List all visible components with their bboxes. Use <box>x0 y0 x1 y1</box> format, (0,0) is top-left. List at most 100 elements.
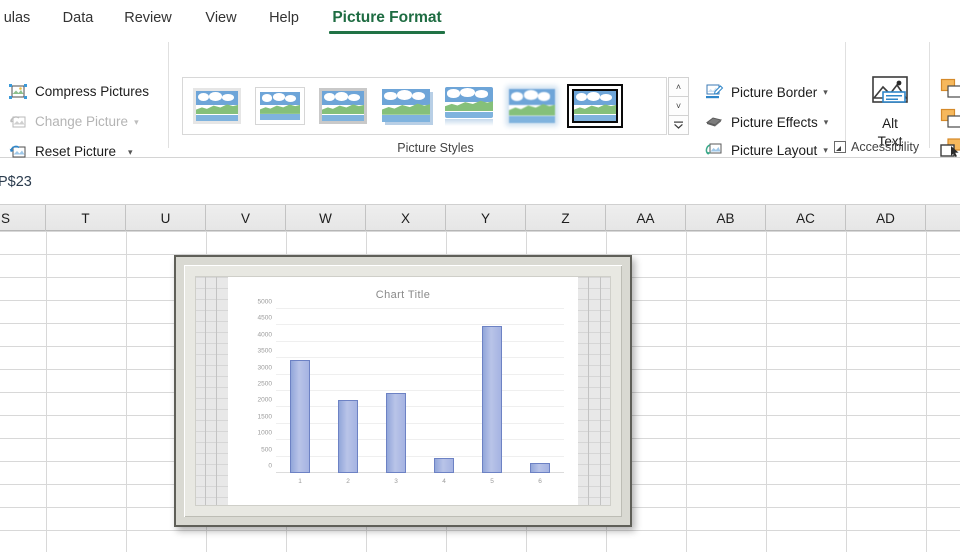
grid-col-line <box>46 231 47 552</box>
column-header-T[interactable]: T <box>46 205 126 231</box>
column-label: AD <box>876 210 895 226</box>
column-label: AC <box>796 210 815 226</box>
tab-picture-format[interactable]: Picture Format <box>325 0 449 36</box>
formula-bar[interactable]: P$23 <box>0 159 960 205</box>
alt-text-button[interactable]: Alt Text <box>859 74 921 149</box>
chevron-down-icon: ▾ <box>823 116 829 127</box>
picture-effects-button[interactable]: Picture Effects ▾ <box>704 109 828 135</box>
chart-gridline <box>276 324 564 326</box>
column-label: AA <box>636 210 655 226</box>
column-header-X[interactable]: X <box>366 205 446 231</box>
compress-pictures-button[interactable]: Compress Pictures <box>8 79 149 105</box>
column-header-AB[interactable]: AB <box>686 205 766 231</box>
picture-border-label: Picture Border <box>731 84 818 100</box>
chevron-down-icon: ▾ <box>134 116 139 127</box>
column-label: X <box>400 210 410 226</box>
chart-bar <box>338 399 358 473</box>
tab-data[interactable]: Data <box>52 0 104 36</box>
chart-gridline <box>276 439 564 441</box>
active-tab-underline <box>329 31 445 34</box>
picture-styles-group: ˄ ˅ Picture Styles <box>179 36 692 158</box>
ribbon-tab-bar: ulas Data Review View Help Picture Forma… <box>0 0 960 36</box>
picture-options-group: Picture Border ▾ Picture Effects ▾ Pictu… <box>700 36 845 158</box>
picture-style-beveled-matte-white[interactable] <box>254 86 306 126</box>
column-label: AB <box>716 210 735 226</box>
grid-col-line <box>766 231 767 552</box>
excel-window: ulas Data Review View Help Picture Forma… <box>0 0 960 552</box>
group-divider-styles <box>845 42 846 148</box>
chart-gridline <box>276 373 564 375</box>
picture-border-button[interactable]: Picture Border ▾ <box>704 79 828 105</box>
chevron-down-icon: ▾ <box>128 146 133 157</box>
change-picture-icon <box>8 113 28 131</box>
gallery-scroll-up-button[interactable]: ˄ <box>668 77 689 97</box>
send-backward-icon[interactable] <box>940 108 960 130</box>
change-picture-button[interactable]: Change Picture ▾ <box>8 109 139 135</box>
group-divider-adjust <box>168 42 169 148</box>
picture-effects-icon <box>704 113 724 131</box>
chart-gridline <box>276 357 564 359</box>
accessibility-label: Accessibility <box>851 140 920 154</box>
column-header-S[interactable]: S <box>0 205 46 231</box>
tab-view[interactable]: View <box>195 0 247 36</box>
column-header-AA[interactable]: AA <box>606 205 686 231</box>
column-label: T <box>81 210 90 226</box>
chart-gridline <box>276 422 564 424</box>
gallery-more-button[interactable] <box>668 115 689 135</box>
picture-style-reflected-rounded-rectangle[interactable] <box>443 86 495 126</box>
column-header-Y[interactable]: Y <box>446 205 526 231</box>
gallery-scroll-down-button[interactable]: ˅ <box>668 96 689 116</box>
chart-y-tick-label: 1500 <box>257 413 272 421</box>
chart-x-tick-label: 3 <box>394 478 398 485</box>
column-header-U[interactable]: U <box>126 205 206 231</box>
chart-gridline <box>276 390 564 391</box>
chart-x-tick-label: 6 <box>538 478 542 485</box>
more-chevron-icon <box>674 121 683 129</box>
alt-text-line1: Alt <box>882 116 898 131</box>
column-header-AD[interactable]: AD <box>846 205 926 231</box>
picture-style-metal-frame[interactable] <box>317 86 369 126</box>
adjust-group: Compress Pictures Change Picture ▾ Reset… <box>0 36 168 158</box>
chart-y-tick-label: 2500 <box>257 380 272 388</box>
tab-formulas[interactable]: ulas <box>0 0 38 36</box>
chevron-down-icon: ▾ <box>823 144 828 155</box>
chart-y-tick-label: 1000 <box>257 429 272 437</box>
chart-x-tick-label: 2 <box>346 478 350 485</box>
picture-style-double-frame-black[interactable] <box>567 84 623 128</box>
tab-formulas-label: ulas <box>3 10 31 26</box>
tab-view-label: View <box>205 10 237 26</box>
picture-style-drop-shadow-rectangle[interactable] <box>380 86 432 126</box>
picture-style-simple-frame-white[interactable] <box>191 86 243 126</box>
column-header-Z[interactable]: Z <box>526 205 606 231</box>
chart-bar <box>290 359 310 473</box>
change-picture-label: Change Picture <box>35 114 129 130</box>
column-header-AE[interactable]: A <box>926 205 960 231</box>
alt-text-icon <box>868 74 912 113</box>
picture-object[interactable]: Chart Title 5000 4500 4000 3500 3000 2500 2000… <box>174 255 632 527</box>
tab-help[interactable]: Help <box>258 0 310 36</box>
chart-title: Chart Title <box>375 289 431 301</box>
picture-style-soft-edge-rectangle[interactable] <box>506 86 558 126</box>
column-header-AC[interactable]: AC <box>766 205 846 231</box>
column-header-V[interactable]: V <box>206 205 286 231</box>
chart-bar <box>386 393 406 473</box>
tab-review[interactable]: Review <box>113 0 183 36</box>
chart-x-tick-label: 4 <box>442 478 446 485</box>
grid-row-line <box>0 231 960 232</box>
chart-y-tick-label: 5000 <box>257 298 272 306</box>
group-divider-alttext <box>929 42 930 148</box>
column-header-W[interactable]: W <box>286 205 366 231</box>
bring-forward-icon[interactable] <box>940 78 960 100</box>
tab-help-label: Help <box>269 10 299 26</box>
column-label: W <box>319 210 332 226</box>
selection-pane-icon[interactable] <box>940 138 960 160</box>
chart-y-tick-label: 2000 <box>257 396 272 404</box>
tab-picture-format-label: Picture Format <box>332 9 442 26</box>
dialog-launcher-icon[interactable] <box>834 141 846 153</box>
picture-styles-gallery[interactable] <box>182 77 667 135</box>
chart-gridline <box>276 455 564 457</box>
chart-gridline <box>276 406 564 408</box>
chart-bar <box>530 462 550 473</box>
chart-gridline <box>276 340 564 342</box>
column-label: S <box>0 210 10 226</box>
